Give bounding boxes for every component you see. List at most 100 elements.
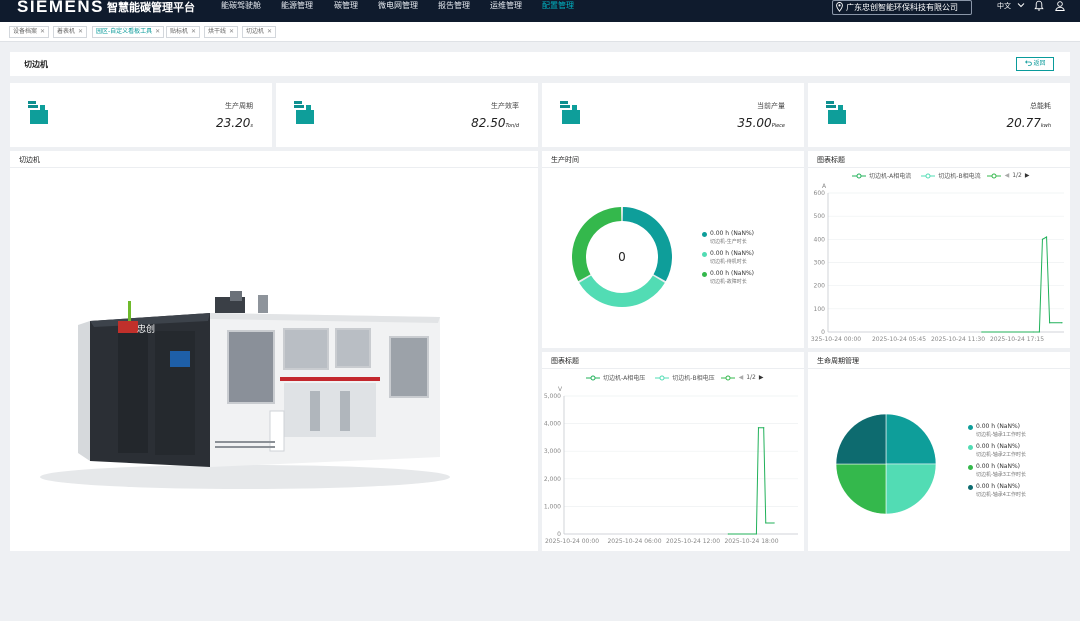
nav-item-dashboard[interactable]: 能碳驾驶舱 — [221, 0, 281, 22]
legend-item-fault: 0.00 h (NaN%) 切边机-故障时长 — [702, 270, 755, 286]
tab-label: 贴标机 — [170, 28, 189, 35]
legend-dot — [702, 232, 707, 237]
tab-label: 烘干线 — [208, 28, 227, 35]
panel-title: 图表标题 — [817, 156, 845, 164]
close-icon[interactable]: ✕ — [229, 28, 234, 35]
data-point[interactable] — [773, 522, 775, 524]
data-point[interactable] — [1061, 322, 1063, 324]
tab-dryer[interactable]: 烘干线 ✕ — [204, 26, 239, 38]
legend-series-b[interactable]: 切边机-B相电流 — [938, 171, 980, 180]
pie-slice[interactable] — [885, 463, 937, 515]
machine-icon — [294, 101, 314, 124]
donut-segment[interactable] — [579, 275, 665, 307]
legend-dot — [702, 252, 707, 257]
data-point[interactable] — [1045, 236, 1048, 238]
pie-slice[interactable] — [835, 413, 887, 465]
metric-label: 总能耗 — [1030, 102, 1051, 110]
user-icon[interactable] — [1054, 0, 1066, 12]
data-point[interactable] — [981, 331, 983, 333]
data-point[interactable] — [765, 522, 767, 524]
series-line[interactable] — [728, 427, 775, 535]
y-axis-unit: V — [558, 386, 563, 393]
legend-series-a[interactable]: 切边机-A相电压 — [603, 373, 645, 382]
machine-panel: 切边机 忠创 — [10, 151, 538, 551]
close-icon[interactable]: ✕ — [78, 28, 83, 35]
legend-item-bearing4: 0.00 h (NaN%) 切边机-轴承4工作时长 — [968, 483, 1026, 499]
legend-item-bearing3: 0.00 h (NaN%) 切边机-轴承3工作时长 — [968, 463, 1026, 479]
bell-icon[interactable] — [1033, 0, 1045, 12]
metric-label: 生产效率 — [491, 102, 519, 110]
x-tick-label: 2025-10-24 05:45 — [872, 336, 926, 343]
pager-next-icon[interactable]: ▶ — [759, 374, 764, 381]
metric-unit: kwh — [1040, 123, 1051, 129]
tab-labeling[interactable]: 着表机 ✕ — [53, 26, 88, 38]
legend-dot — [702, 272, 707, 277]
y-tick-label: 400 — [814, 236, 826, 243]
x-tick-label: 325-10-24 00:00 — [811, 336, 861, 343]
company-selector[interactable]: 广东忠创智能环保科技有限公司 — [832, 0, 972, 15]
legend-item-production: 0.00 h (NaN%) 切边机-生产时长 — [702, 230, 754, 246]
legend-value: 0.00 h (NaN%) — [976, 463, 1021, 470]
data-point[interactable] — [763, 427, 765, 429]
close-icon[interactable]: ✕ — [191, 28, 196, 35]
production-time-panel: 生产时间 0 0.00 h (NaN%) 切边机-生产时长 0.00 h (NaN… — [542, 151, 804, 348]
data-point[interactable] — [757, 427, 760, 429]
lifecycle-pie[interactable] — [808, 369, 1070, 551]
voltage-line-chart[interactable]: V 0 1,000 2,000 3,000 4,000 5,000 2025-10-24 00… — [542, 384, 804, 549]
donut-segment[interactable] — [622, 207, 672, 282]
donut-segment[interactable] — [572, 207, 622, 282]
back-button[interactable]: 返回 — [1016, 57, 1054, 71]
chart-legend: 切边机-A相电压 切边机-B相电压 ◀ 1/2 ▶ — [586, 373, 763, 382]
tab-label-machine[interactable]: 贴标机 ✕ — [166, 26, 201, 38]
nav-item-report[interactable]: 报告管理 — [438, 0, 490, 22]
close-icon[interactable]: ✕ — [40, 28, 45, 35]
legend-series-b[interactable]: 切边机-B相电压 — [672, 373, 714, 382]
legend-series-a[interactable]: 切边机-A相电流 — [869, 171, 911, 180]
nav-item-microgrid[interactable]: 微电网管理 — [378, 0, 438, 22]
nav-item-config[interactable]: 配置管理 — [542, 0, 592, 22]
pager-next-icon[interactable]: ▶ — [1025, 172, 1030, 179]
metric-number: 20.77 — [1006, 116, 1041, 130]
close-icon[interactable]: ✕ — [267, 28, 272, 35]
legend-label: 切边机-生产时长 — [710, 239, 747, 245]
nav-item-energy[interactable]: 能源管理 — [281, 0, 334, 22]
top-bar: SIEMENS 智慧能碳管理平台 能碳驾驶舱 能源管理 碳管理 微电网管理 报告… — [0, 0, 1080, 22]
tab-trimmer[interactable]: 切边机 ✕ — [242, 26, 277, 38]
language-selector[interactable]: 中文 — [997, 1, 1025, 11]
metric-card-cycle: 生产周期 23.20s — [10, 83, 272, 147]
machine-illustration: 忠创 — [40, 291, 450, 489]
lifecycle-panel: 生命周期管理 0.00 h (NaN%) 切边机-轴承1工作时长 0.00 h (… — [808, 352, 1070, 551]
legend-dot — [968, 445, 973, 450]
tab-device-archive[interactable]: 设备档案 ✕ — [9, 26, 50, 38]
pie-slice[interactable] — [885, 413, 937, 465]
nav-item-carbon[interactable]: 碳管理 — [334, 0, 378, 22]
data-point[interactable] — [1038, 331, 1040, 333]
machine-icon — [28, 101, 48, 124]
legend-label: 切边机-待机时长 — [710, 259, 747, 265]
legend-line-icon — [852, 173, 866, 178]
close-icon[interactable]: ✕ — [155, 28, 160, 35]
data-point[interactable] — [1041, 238, 1044, 240]
x-tick-label: 2025-10-24 06:00 — [607, 538, 661, 545]
data-point[interactable] — [727, 533, 729, 535]
chart-legend: 切边机-A相电流 切边机-B相电流 ◀ 1/2 ▶ — [852, 171, 1029, 180]
data-point[interactable] — [1032, 331, 1034, 333]
legend-value: 0.00 h (NaN%) — [710, 270, 755, 277]
data-point[interactable] — [755, 533, 757, 535]
production-time-donut[interactable]: 0 — [542, 168, 804, 348]
legend-line-icon — [921, 173, 936, 178]
data-point[interactable] — [1049, 322, 1051, 324]
legend-item-standby: 0.00 h (NaN%) 切边机-待机时长 — [702, 250, 754, 266]
tab-custom-board[interactable]: 园区-自定义看板工具 ✕ — [92, 26, 165, 38]
current-line-chart[interactable]: A 0 100 200 300 400 500 600 325-10-24 00:00 2025-… — [808, 181, 1070, 346]
chevron-down-icon — [1017, 3, 1025, 8]
pager-label: 1/2 — [746, 374, 756, 381]
legend-value: 0.00 h (NaN%) — [976, 443, 1021, 450]
pager-prev-icon[interactable]: ◀ — [739, 374, 744, 381]
series-line[interactable] — [981, 236, 1062, 333]
nav-item-ops[interactable]: 运维管理 — [490, 0, 542, 22]
pie-slice[interactable] — [835, 463, 887, 515]
pager-prev-icon[interactable]: ◀ — [1005, 172, 1010, 179]
panel-divider — [808, 167, 1070, 168]
metric-unit: s — [250, 123, 253, 129]
